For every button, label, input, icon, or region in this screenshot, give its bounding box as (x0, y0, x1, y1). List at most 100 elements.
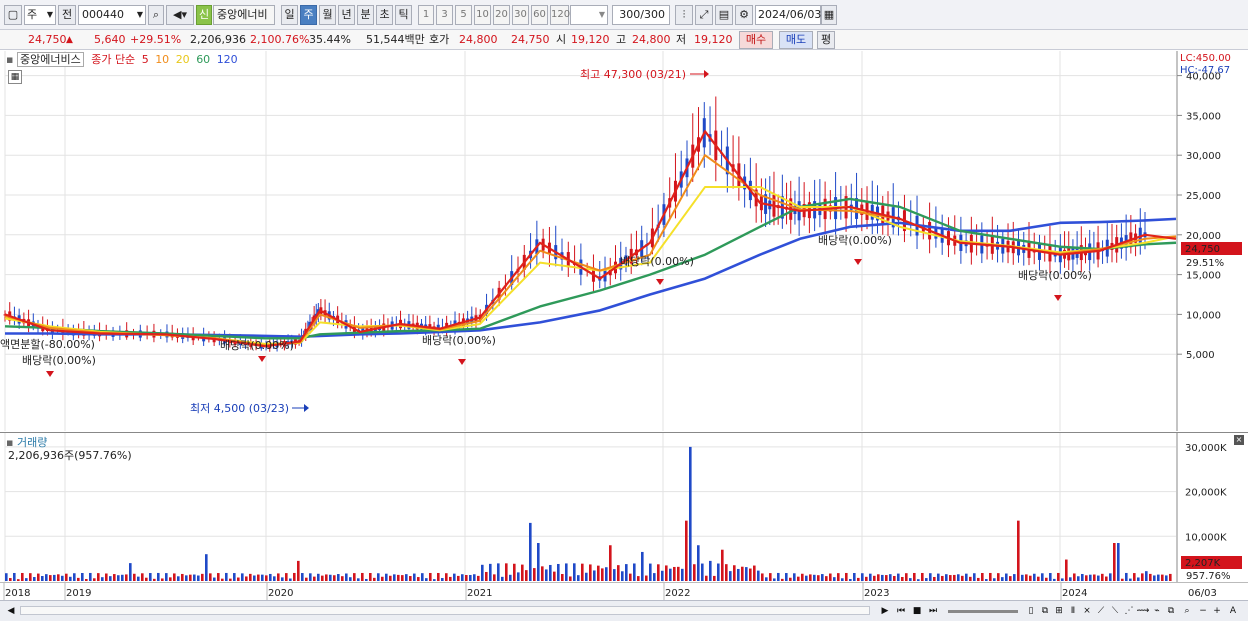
copy-icon[interactable]: ⧉ (1164, 604, 1178, 618)
draw-tool-icon[interactable]: ⤢ (695, 5, 713, 25)
zoom-slider[interactable] (948, 610, 1018, 613)
date-input[interactable]: 2024/06/03 (755, 5, 821, 25)
price-chart[interactable]: 5,000 10,000 15,000 20,000 25,000 30,000 35,00… (0, 51, 1248, 431)
stock-code-input[interactable]: 000440 ▼ (78, 5, 146, 25)
buy-button[interactable]: 매수 (739, 31, 773, 49)
volume-bar (589, 564, 592, 581)
event-marker-icon (854, 259, 862, 265)
calendar-icon[interactable]: ▦ (821, 5, 837, 25)
volume-bar (145, 577, 148, 581)
interval-button-5[interactable]: 30 (512, 5, 529, 25)
compare-icon[interactable]: ⧉ (1038, 604, 1052, 618)
scroll-right-icon[interactable]: ▶ (878, 604, 892, 618)
stock-code-value: 000440 (82, 8, 124, 21)
volume-bar (449, 576, 452, 581)
interval-button-2[interactable]: 5 (455, 5, 472, 25)
save-icon[interactable]: ▤ (715, 5, 733, 25)
sound-toggle-icon[interactable]: ◀▾ (166, 5, 194, 25)
volume-rate-tag: 957.76% (1186, 571, 1231, 582)
period-tab-1[interactable]: 주 (300, 5, 317, 25)
period-tab-4[interactable]: 분 (357, 5, 374, 25)
stop-icon[interactable]: ■ (910, 604, 924, 618)
prev-button[interactable]: 전 (58, 5, 76, 25)
layout-icon[interactable]: ▢ (4, 5, 22, 25)
horizontal-scrollbar[interactable] (20, 606, 870, 615)
volume-bar (425, 578, 428, 581)
plus-icon[interactable]: + (1210, 604, 1224, 618)
x-tick-label: 2023 (864, 588, 889, 599)
ray-icon[interactable]: ⟍ (1108, 604, 1122, 618)
volume-bar (1161, 574, 1164, 581)
current-rate-tag: 29.51% (1186, 258, 1224, 269)
volume-bar (613, 569, 616, 581)
volume-bar (489, 563, 492, 581)
rewind-icon[interactable]: ⏮ (894, 604, 908, 618)
volume-bar (709, 560, 712, 581)
legend-stock-name[interactable]: 중앙에너비스 (16, 52, 84, 67)
period-tab-6[interactable]: 틱 (395, 5, 412, 25)
event-label: 배당락(0.00%) (422, 334, 496, 347)
period-select[interactable]: 주 ▼ (24, 5, 56, 25)
volume-bar (201, 573, 204, 581)
zoom-icon[interactable]: ⌕ (1180, 604, 1194, 618)
volume-bar (637, 576, 640, 581)
interval-button-0[interactable]: 1 (418, 5, 434, 25)
volume-bar (921, 572, 924, 581)
volume-bar (697, 545, 700, 581)
volume-bar (101, 577, 104, 581)
fib-icon[interactable]: ⋰ (1122, 604, 1136, 618)
x-tick-label: 2022 (665, 588, 690, 599)
volume-panel: 10,000K 20,000K 30,000K 2,207K 957.76% ▪ 거래량… (0, 432, 1248, 583)
forward-icon[interactable]: ⏭ (926, 604, 940, 618)
interval-button-3[interactable]: 10 (474, 5, 491, 25)
volume-bar (293, 572, 296, 581)
period-tab-2[interactable]: 월 (319, 5, 336, 25)
eval-button[interactable]: 평 (817, 31, 835, 49)
volume-bar (773, 578, 776, 581)
search-icon[interactable]: ⌕ (148, 5, 164, 25)
gear-icon[interactable]: ⚙ (735, 5, 753, 25)
link-icon[interactable]: ⌁ (1150, 604, 1164, 618)
volume-bar (153, 578, 156, 581)
volume-chart[interactable]: 10,000K 20,000K 30,000K 2,207K 957.76% (0, 433, 1248, 583)
x-tick-label: 2018 (5, 588, 30, 599)
interval-button-6[interactable]: 60 (531, 5, 548, 25)
lc-label: LC:450.00 (1180, 53, 1231, 64)
table-icon[interactable]: ▦ (8, 70, 22, 84)
interval-button-7[interactable]: 120 (550, 5, 570, 25)
volume-bar (545, 569, 548, 581)
period-tab-5[interactable]: 초 (376, 5, 393, 25)
volume-bar (1025, 574, 1028, 581)
pattern-icon[interactable]: ⟿ (1136, 604, 1150, 618)
legend-bullet: ▪ (6, 53, 14, 66)
price-tick-label: 10,000 (1186, 310, 1221, 321)
bar-count-field[interactable]: 300/300 (612, 5, 670, 25)
text-size-icon[interactable]: A (1226, 604, 1240, 618)
volume-bar (17, 579, 20, 581)
volume-bar (141, 573, 144, 581)
minus-icon[interactable]: − (1196, 604, 1210, 618)
period-tab-3[interactable]: 년 (338, 5, 355, 25)
chart-type-icon[interactable]: ▯ (1024, 604, 1038, 618)
close-icon[interactable]: × (1234, 435, 1244, 445)
interval-button-4[interactable]: 20 (493, 5, 510, 25)
volume-bar (193, 574, 196, 581)
interval-dropdown[interactable]: ▼ (570, 5, 608, 25)
grid-icon[interactable]: ⊞ (1052, 604, 1066, 618)
volume-bar (385, 573, 388, 581)
interval-button-1[interactable]: 3 (436, 5, 453, 25)
sell-button[interactable]: 매도 (779, 31, 813, 49)
period-tab-0[interactable]: 일 (281, 5, 298, 25)
candle-icon[interactable]: ⫶ (675, 5, 693, 25)
volume-bar (85, 578, 88, 581)
turnover-rate: 35.44% (309, 33, 351, 46)
crosshair-icon[interactable]: ⨯ (1080, 604, 1094, 618)
bar-icon[interactable]: Ⅱ (1066, 604, 1080, 618)
volume-bar (393, 574, 396, 581)
scroll-left-icon[interactable]: ◀ (4, 604, 18, 618)
volume-bar (409, 576, 412, 581)
volume-bar (1169, 573, 1172, 581)
trend-line-icon[interactable]: ⟋ (1094, 604, 1108, 618)
volume-bar (37, 573, 40, 581)
volume-bar (845, 572, 848, 581)
